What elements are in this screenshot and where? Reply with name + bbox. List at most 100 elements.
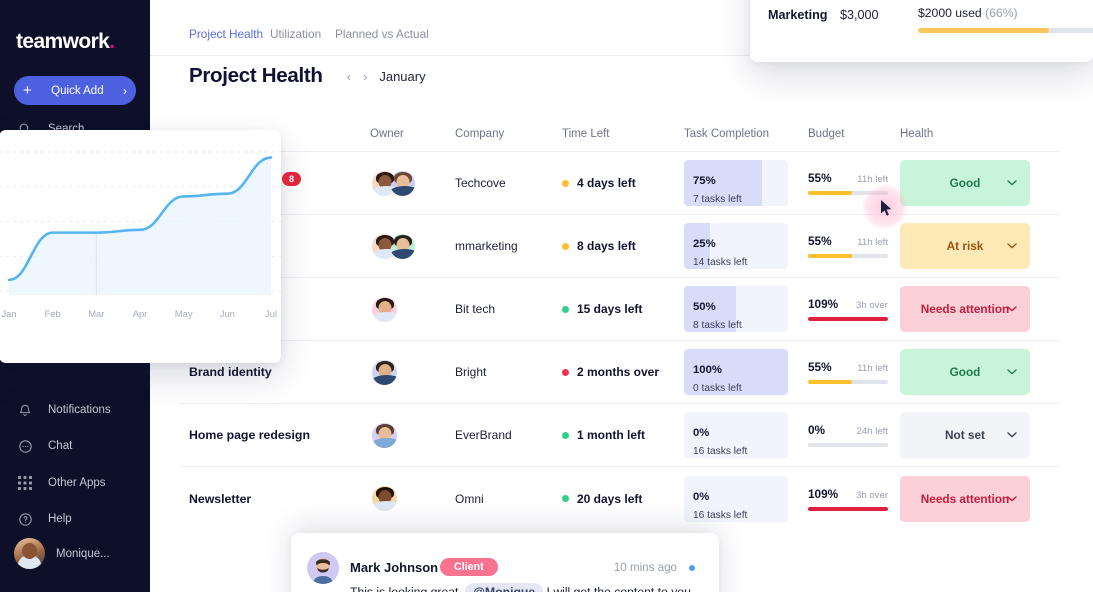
current-month-label: January [379, 68, 426, 84]
owner-cell [370, 168, 455, 198]
company-name: Omni [455, 491, 484, 506]
chevron-right-icon: › [123, 83, 127, 98]
sidebar-item-label: Notifications [48, 404, 111, 416]
company-name: EverBrand [455, 428, 512, 442]
prev-month-button[interactable]: ‹ [341, 69, 357, 84]
budget-cell: 109% 3h over [808, 487, 900, 511]
owner-avatar-group[interactable] [370, 484, 455, 514]
health-status-dropdown[interactable]: At risk [900, 223, 1030, 269]
task-completion-cell: 50% 8 tasks left [684, 286, 808, 332]
time-left-cell: 20 days left [562, 492, 684, 506]
task-completion-percent: 0% [693, 427, 710, 439]
owner-avatar-group[interactable] [370, 168, 455, 198]
app-logo: teamwork. [16, 30, 115, 54]
health-status-dropdown[interactable]: Good [900, 160, 1030, 206]
task-completion-percent: 100% [693, 364, 722, 376]
tasks-left-label: 7 tasks left [693, 194, 742, 206]
health-status-dropdown[interactable]: Needs attention [900, 286, 1030, 332]
comment-text-before: This is looking great, [350, 585, 462, 592]
table-row[interactable]: Newsletter Omni 20 days left 0% 16 tasks [180, 467, 1060, 530]
tab-project-health[interactable]: Project Health [189, 27, 263, 41]
sidebar-item-label: Chat [48, 440, 73, 452]
tab-utilization[interactable]: Utilization [270, 27, 321, 41]
logo-text: teamwork [16, 30, 110, 53]
company-name: Techcove [455, 176, 506, 190]
time-left-value: 2 months over [577, 365, 660, 379]
table-row[interactable]: mmarketing 8 days left 25% 14 tasks left… [180, 215, 1060, 278]
budget-hours-label: 3h over [856, 489, 888, 501]
comment-mention[interactable]: @Monique [465, 583, 544, 592]
health-status-dropdown[interactable]: Good [900, 349, 1030, 395]
health-status-dropdown[interactable]: Not set [900, 412, 1030, 458]
column-header-task-completion: Task Completion [684, 128, 770, 140]
owner-avatar-group[interactable] [370, 357, 455, 387]
owner-avatar-group[interactable] [370, 231, 455, 261]
health-status-label: Good [949, 176, 981, 190]
task-completion-cell: 0% 16 tasks left [684, 475, 808, 522]
avatar [388, 168, 417, 198]
sidebar-item-chat[interactable]: Chat [16, 437, 136, 455]
plus-icon: + [23, 82, 32, 99]
avatar [370, 294, 399, 324]
budget-category-name: Marketing [768, 8, 828, 22]
next-month-button[interactable]: › [357, 69, 373, 84]
company-name: Bright [455, 365, 487, 379]
health-cell: Not set [900, 412, 1035, 458]
project-name-cell: Newsletter [180, 490, 370, 508]
company-name: mmarketing [455, 239, 518, 253]
app-root: teamwork. + Quick Add › Search Notificat… [0, 0, 1093, 592]
chevron-down-icon [1007, 366, 1017, 378]
budget-bar-track [808, 254, 888, 258]
chevron-down-icon [1007, 493, 1017, 505]
health-cell: Good [900, 160, 1035, 206]
chevron-down-icon [1007, 429, 1017, 441]
table-row[interactable]: Bit tech 15 days left 50% 8 tasks left 1… [180, 278, 1060, 341]
time-left-cell: 4 days left [562, 176, 684, 190]
avatar [14, 538, 45, 569]
project-name: Home page redesign [189, 428, 310, 442]
sidebar-item-help[interactable]: Help [16, 510, 136, 528]
health-status-dropdown[interactable]: Needs attention [900, 475, 1030, 522]
health-cell: At risk [900, 223, 1035, 269]
owner-avatar-group[interactable] [370, 420, 455, 450]
health-status-label: Not set [945, 428, 985, 442]
status-dot-icon [562, 242, 569, 250]
chart-x-tick-label: Jul [265, 308, 277, 319]
avatar [370, 420, 399, 450]
comment-author-tag: Client [440, 558, 498, 576]
chart-plot-area [0, 138, 281, 303]
avatar [388, 231, 417, 261]
task-completion-bar: 25% 14 tasks left [684, 223, 788, 269]
comment-timestamp: 10 mins ago [613, 561, 677, 574]
task-completion-bar: 50% 8 tasks left [684, 286, 788, 332]
owner-cell [370, 420, 455, 450]
tasks-left-label: 14 tasks left [693, 257, 748, 269]
time-left-value: 1 month left [577, 428, 645, 442]
tab-planned-vs-actual[interactable]: Planned vs Actual [335, 27, 429, 41]
owner-avatar-group[interactable] [370, 294, 455, 324]
budget-percent: 55% [808, 234, 832, 248]
task-completion-percent: 75% [693, 175, 716, 187]
budget-cell: 55% 11h left [808, 360, 900, 384]
comment-text-after: I will get the content to you [546, 585, 691, 592]
quick-add-button[interactable]: + Quick Add › [14, 76, 136, 105]
time-left-cell: 8 days left [562, 239, 684, 253]
status-dot-icon [562, 179, 569, 187]
table-row[interactable]: Techcove 4 days left 75% 7 tasks left 55… [180, 152, 1060, 215]
company-cell: Techcove [455, 174, 562, 192]
table-row[interactable]: Brand identity Bright 2 months over 100% [180, 341, 1060, 404]
task-completion-cell: 25% 14 tasks left [684, 223, 808, 269]
column-header-budget: Budget [808, 128, 845, 140]
marketing-budget-card: Marketing $3,000 $2000 used (66%) [750, 0, 1093, 62]
table-row[interactable]: Home page redesign EverBrand 1 month lef… [180, 404, 1060, 467]
health-status-label: Good [949, 365, 981, 379]
sidebar-item-other-apps[interactable]: Other Apps [16, 474, 136, 492]
task-completion-percent: 0% [693, 490, 710, 503]
owner-cell [370, 231, 455, 261]
sidebar-user-profile[interactable]: Monique... [14, 538, 110, 569]
health-cell: Needs attention [900, 475, 1035, 522]
comment-card: Mark Johnson Client 10 mins ago This is … [291, 533, 719, 592]
table-header-row: Owner Company Time Left Task Completion … [180, 118, 1060, 152]
sidebar-item-notifications[interactable]: Notifications [16, 401, 136, 419]
time-left-value: 15 days left [577, 302, 643, 316]
